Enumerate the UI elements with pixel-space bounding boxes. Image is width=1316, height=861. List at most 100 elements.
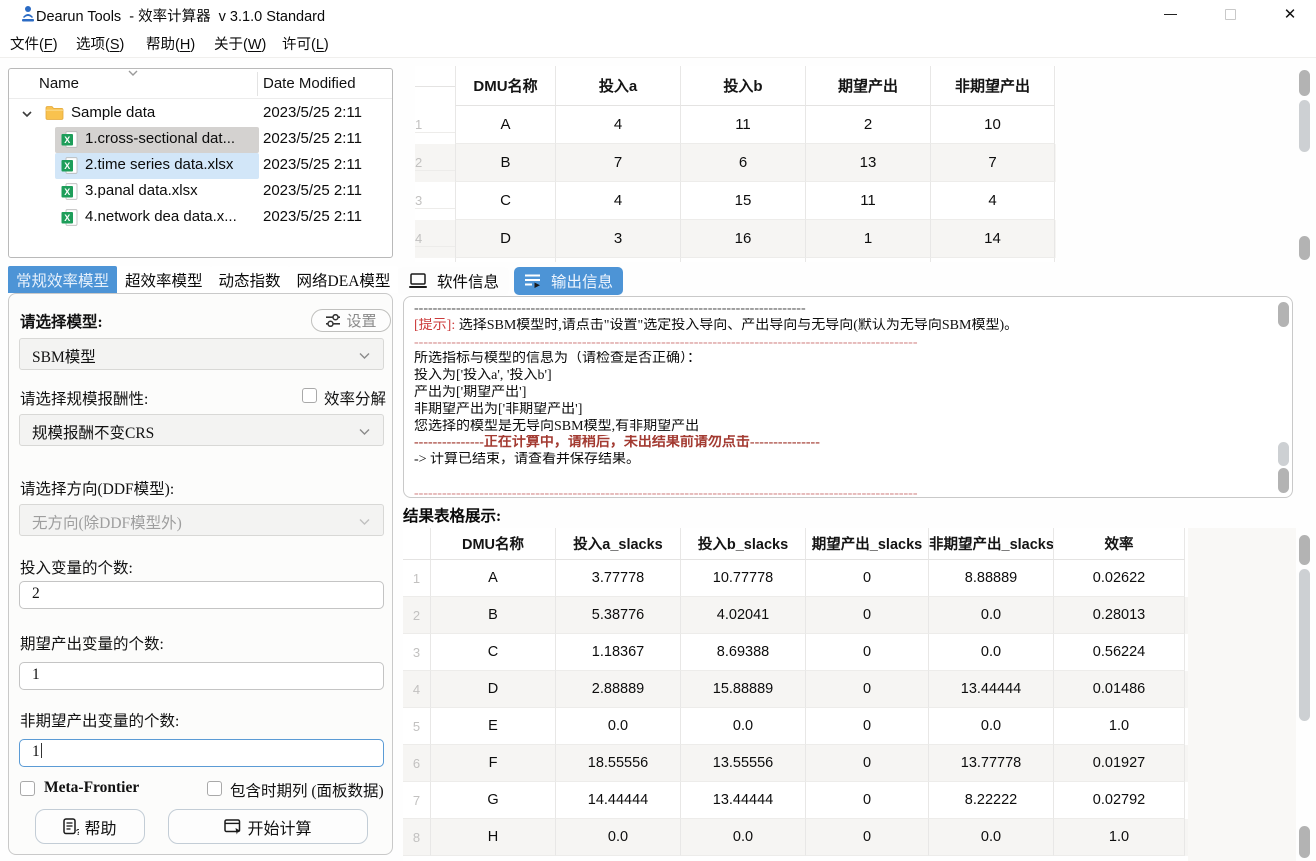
table-row[interactable]: 1 A 3.77778 10.77778 0 8.88889 0.02622: [403, 560, 1188, 597]
menu-options[interactable]: 选项(S): [66, 28, 134, 58]
table-row[interactable]: 1 A 4 11 2 10: [415, 106, 1056, 144]
scrollbar-thumb[interactable]: [1278, 302, 1289, 327]
column-header-name[interactable]: Name: [39, 75, 79, 92]
table-row[interactable]: 4 D 2.88889 15.88889 0 13.44444 0.01486: [403, 671, 1188, 708]
column-header-date[interactable]: Date Modified: [263, 75, 356, 92]
scrollbar-thumb[interactable]: [1299, 569, 1310, 721]
scrollbar-thumb[interactable]: [1299, 826, 1310, 858]
table-row[interactable]: 8 H 0.0 0.0 0 0.0 1.0: [403, 819, 1188, 856]
expected-output-count-field[interactable]: 1: [19, 662, 384, 690]
column-header[interactable]: 投入b_slacks: [680, 528, 805, 560]
column-header[interactable]: 非期望产出: [930, 66, 1055, 106]
efficiency-decompose-checkbox[interactable]: [302, 388, 317, 403]
tree-item-label[interactable]: 1.cross-sectional dat...: [85, 130, 235, 147]
input-count-field[interactable]: 2: [19, 581, 384, 609]
menu-license[interactable]: 许可(L): [272, 28, 339, 58]
menu-file[interactable]: 文件(F): [0, 28, 68, 58]
table-cell: 15.88889: [680, 671, 805, 708]
panel-data-checkbox[interactable]: [207, 781, 222, 796]
expander-chevron-icon[interactable]: [21, 110, 33, 118]
column-header[interactable]: 投入a_slacks: [555, 528, 680, 560]
table-cell: A: [455, 106, 555, 144]
direction-label: 请选择方向(DDF模型):: [20, 477, 174, 499]
tree-item-label[interactable]: 4.network dea data.x...: [85, 208, 237, 225]
column-header[interactable]: 投入b: [680, 66, 805, 106]
table-row[interactable]: 3 C 4 15 11 4: [415, 182, 1056, 220]
menu-help[interactable]: 帮助(H): [136, 28, 205, 58]
scrollbar-thumb[interactable]: [1299, 535, 1310, 565]
tree-item-label[interactable]: 3.panal data.xlsx: [85, 182, 198, 199]
table-row[interactable]: 6 F 18.55556 13.55556 0 13.77778 0.01927: [403, 745, 1188, 782]
efficiency-decompose-label[interactable]: 效率分解: [324, 387, 386, 409]
table-cell: 0: [805, 597, 928, 634]
output-log-box[interactable]: ----------------------------------------…: [403, 296, 1293, 498]
results-table-label: 结果表格展示:: [403, 504, 501, 526]
tree-row-cross-sectional[interactable]: X 1.cross-sectional dat... 2023/5/25 2:1…: [9, 127, 392, 153]
table-row[interactable]: 4 D 3 16 1 14: [415, 220, 1056, 258]
table-cell: 4: [555, 106, 680, 144]
tree-item-date: 2023/5/25 2:11: [263, 182, 362, 199]
tab-dynamic-index[interactable]: 动态指数: [211, 266, 289, 293]
log-line: 投入为['投入a', '投入b']: [414, 368, 1274, 385]
tree-row-time-series[interactable]: X 2.time series data.xlsx 2023/5/25 2:11: [9, 153, 392, 179]
tab-regular-efficiency-model[interactable]: 常规效率模型: [8, 266, 117, 293]
close-button[interactable]: ✕: [1268, 0, 1312, 28]
maximize-button[interactable]: [1208, 0, 1252, 28]
table-row[interactable]: 3 C 1.18367 8.69388 0 0.0 0.56224: [403, 634, 1188, 671]
file-tree-header[interactable]: Name Date Modified: [9, 69, 392, 99]
tree-row-panal-data[interactable]: X 3.panal data.xlsx 2023/5/25 2:11: [9, 179, 392, 205]
row-number-header: [403, 528, 430, 560]
scrollbar-thumb[interactable]: [1278, 468, 1289, 493]
undesirable-output-count-field[interactable]: 1: [19, 739, 384, 767]
tree-row-sample-data[interactable]: Sample data 2023/5/25 2:11: [9, 101, 392, 127]
column-header[interactable]: DMU名称: [455, 66, 555, 106]
scrollbar-thumb[interactable]: [1299, 100, 1310, 152]
table-row[interactable]: 5 E 0.0 0.0 0 0.0 1.0: [403, 708, 1188, 745]
table-cell: D: [455, 220, 555, 258]
app-window: Dearun Tools - 效率计算器 v 3.1.0 Standard ✕ …: [0, 0, 1316, 861]
table-cell: 4: [930, 182, 1055, 220]
meta-frontier-checkbox[interactable]: [20, 781, 35, 796]
tab-network-dea-model[interactable]: 网络DEA模型: [289, 266, 399, 293]
menu-about[interactable]: 关于(W): [204, 28, 276, 58]
column-header[interactable]: DMU名称: [430, 528, 555, 560]
column-header[interactable]: 非期望产出_slacks: [928, 528, 1053, 560]
table-cell: 1.0: [1053, 819, 1185, 856]
table-row[interactable]: 2 B 5.38776 4.02041 0 0.0 0.28013: [403, 597, 1188, 634]
rts-select[interactable]: 规模报酬不变CRS: [19, 414, 384, 446]
table-row[interactable]: 7 G 14.44444 13.44444 0 8.22222 0.02792: [403, 782, 1188, 819]
file-tree-panel: Name Date Modified Sample data 2023/5/25…: [8, 68, 393, 258]
run-button[interactable]: 开始计算: [168, 809, 368, 844]
direction-select[interactable]: 无方向(除DDF模型外): [19, 504, 384, 536]
tree-item-label[interactable]: Sample data: [71, 104, 155, 121]
table-cell: G: [430, 782, 555, 819]
tree-row-network-dea[interactable]: X 4.network dea data.x... 2023/5/25 2:11: [9, 205, 392, 231]
column-header[interactable]: 效率: [1053, 528, 1185, 560]
chevron-down-icon: [358, 518, 371, 526]
column-header[interactable]: 投入a: [555, 66, 680, 106]
model-select[interactable]: SBM模型: [19, 338, 384, 370]
tab-super-efficiency-model[interactable]: 超效率模型: [117, 266, 211, 293]
meta-frontier-label[interactable]: Meta-Frontier: [44, 779, 139, 797]
help-button[interactable]: ? 帮助: [35, 809, 145, 844]
svg-text:X: X: [64, 161, 70, 171]
panel-data-label[interactable]: 包含时期列 (面板数据): [230, 779, 384, 801]
table-row[interactable]: 2 B 7 6 13 7: [415, 144, 1056, 182]
results-header-row: DMU名称 投入a_slacks 投入b_slacks 期望产出_slacks …: [403, 528, 1188, 560]
scrollbar-thumb[interactable]: [1299, 236, 1310, 260]
tab-output-info[interactable]: 输出信息: [514, 267, 623, 295]
tree-item-date: 2023/5/25 2:11: [263, 208, 362, 225]
table-cell: 0.0: [555, 708, 680, 745]
tree-item-label[interactable]: 2.time series data.xlsx: [85, 156, 233, 173]
settings-button[interactable]: 设置: [311, 309, 391, 332]
table-cell: 0: [805, 745, 928, 782]
scrollbar-thumb[interactable]: [1299, 70, 1310, 96]
table-cell: 0.0: [928, 819, 1053, 856]
tab-software-info[interactable]: 软件信息: [398, 267, 509, 295]
table-cell: 0: [805, 671, 928, 708]
column-divider[interactable]: [257, 72, 258, 96]
column-header[interactable]: 期望产出: [805, 66, 930, 106]
column-header[interactable]: 期望产出_slacks: [805, 528, 928, 560]
minimize-button[interactable]: [1148, 0, 1192, 28]
scrollbar-thumb[interactable]: [1278, 442, 1289, 466]
